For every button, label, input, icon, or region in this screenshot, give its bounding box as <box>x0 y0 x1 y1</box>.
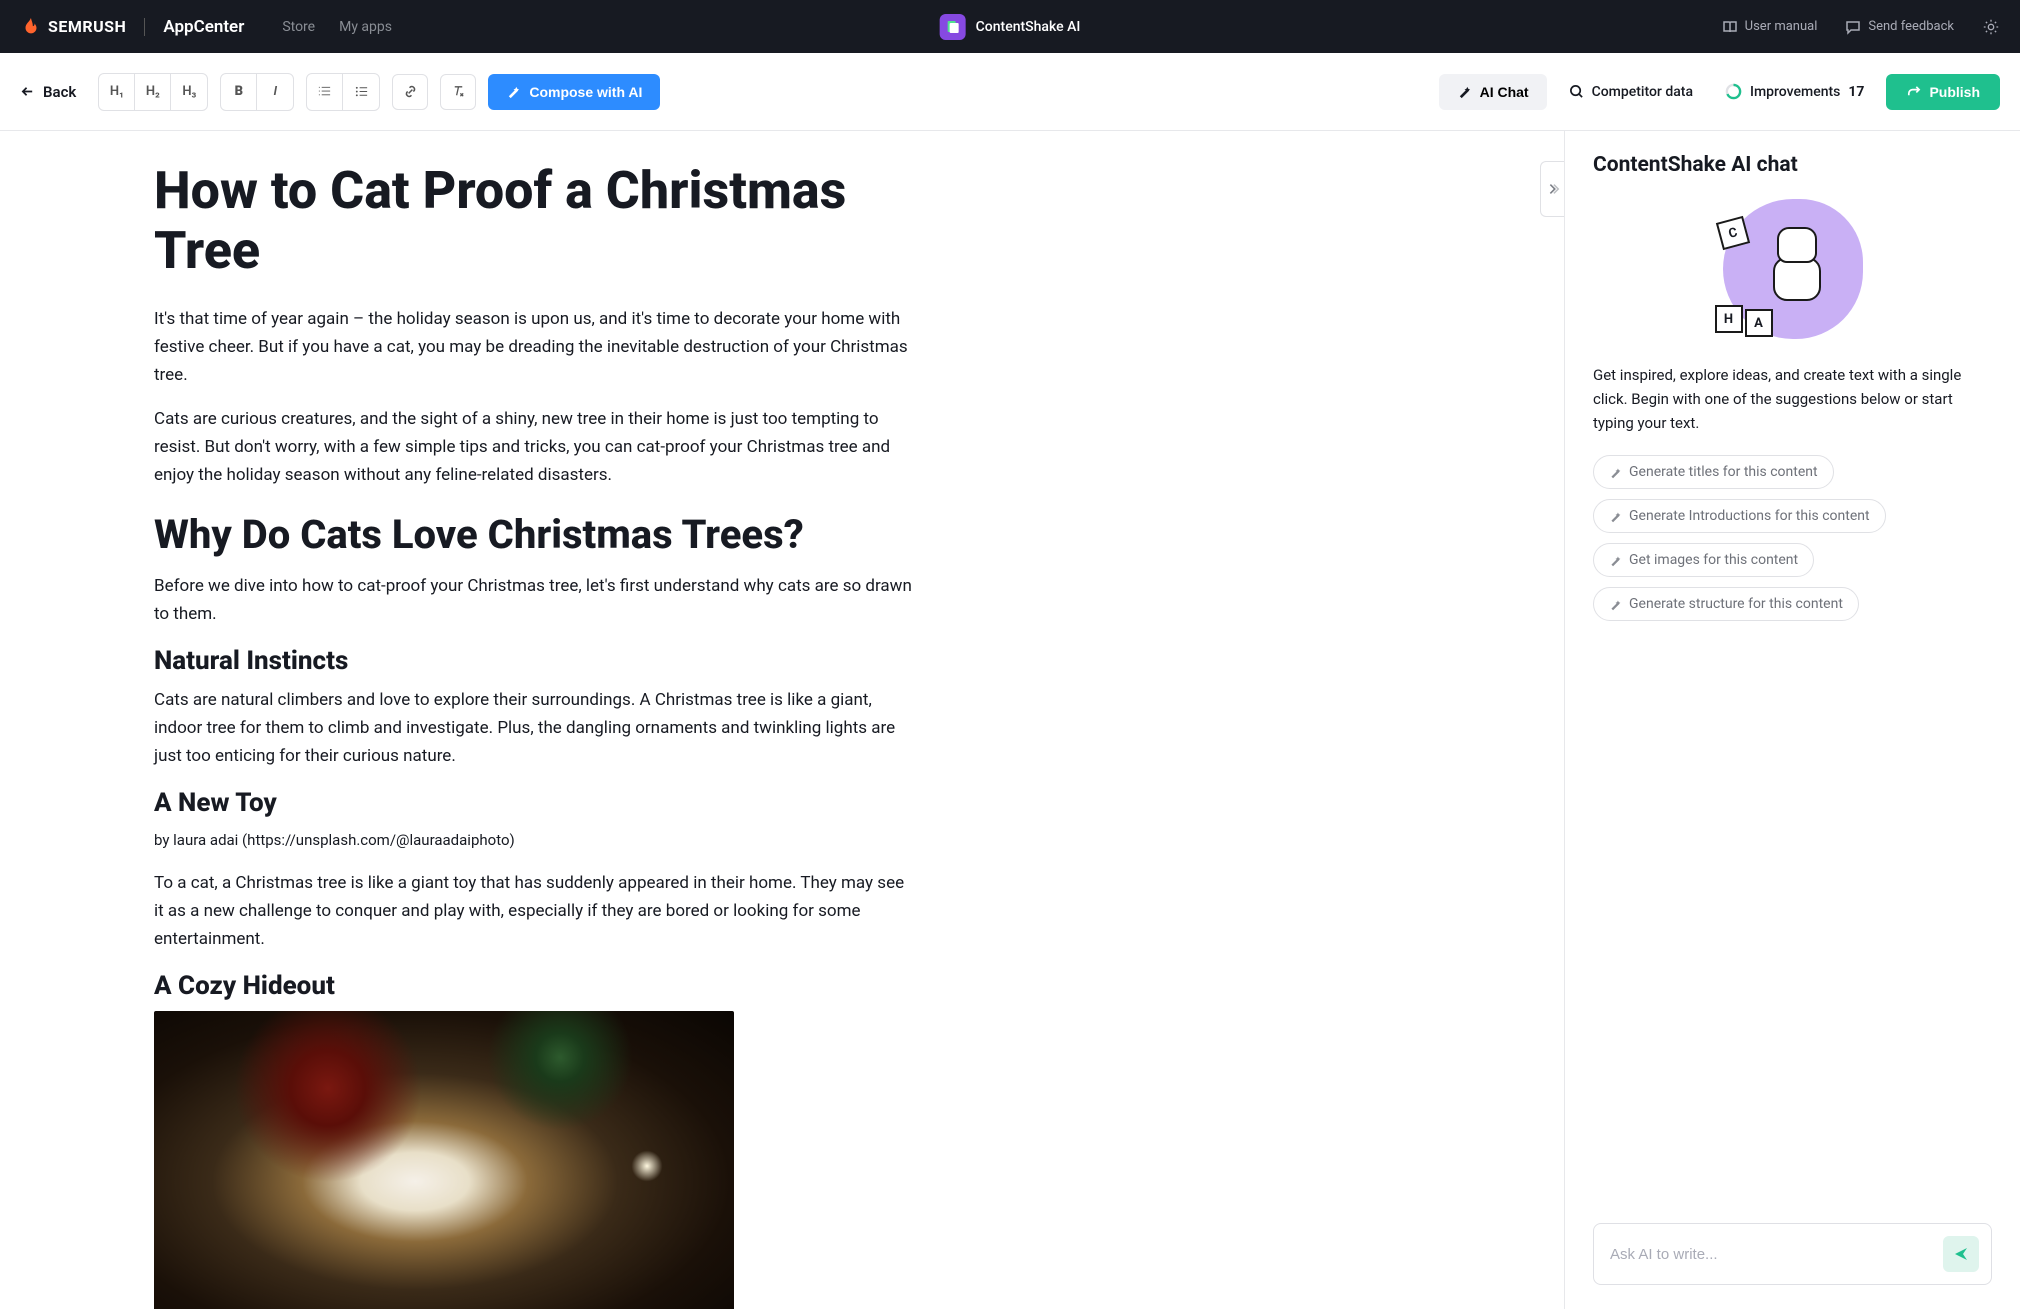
ai-chat-label: AI Chat <box>1480 84 1529 100</box>
improvements-label: Improvements <box>1750 84 1840 100</box>
back-button[interactable]: Back <box>20 83 76 101</box>
heading-3[interactable]: A New Toy <box>154 788 914 818</box>
h2-button[interactable]: H₂ <box>135 74 171 110</box>
bold-button[interactable]: B <box>221 74 257 110</box>
heading-2[interactable]: Why Do Cats Love Christmas Trees? <box>154 511 914 558</box>
heading-3[interactable]: A Cozy Hideout <box>154 971 914 1001</box>
suggestion-chip[interactable]: Generate structure for this content <box>1593 587 1859 621</box>
link-button[interactable] <box>392 74 428 110</box>
improvements-button[interactable]: Improvements 17 <box>1715 83 1874 100</box>
collapse-sidebar-button[interactable] <box>1540 161 1564 217</box>
magic-wand-icon <box>1457 84 1472 99</box>
back-label: Back <box>43 83 76 101</box>
h3-button[interactable]: H₃ <box>171 74 207 110</box>
format-group: B I <box>220 73 294 111</box>
share-icon <box>1906 84 1921 99</box>
comment-icon <box>1845 19 1861 35</box>
book-icon <box>1722 19 1738 35</box>
ai-chat-panel: ContentShake AI chat C H A Get inspired,… <box>1564 131 2020 1309</box>
search-icon <box>1569 84 1584 99</box>
editor-content[interactable]: How to Cat Proof a Christmas Tree It's t… <box>154 161 914 1309</box>
user-manual-link[interactable]: User manual <box>1722 19 1818 35</box>
magic-wand-icon <box>1609 554 1622 567</box>
ordered-list-button[interactable] <box>307 74 343 110</box>
chat-header: ContentShake AI chat <box>1565 131 2020 189</box>
suggestion-chip[interactable]: Generate Introductions for this content <box>1593 499 1886 533</box>
paragraph[interactable]: Before we dive into how to cat-proof you… <box>154 572 914 628</box>
settings-icon[interactable] <box>1982 18 2000 36</box>
current-app[interactable]: ContentShake AI <box>940 14 1081 40</box>
competitor-label: Competitor data <box>1592 84 1693 100</box>
article-image[interactable] <box>154 1011 734 1309</box>
clear-format-button[interactable] <box>440 74 476 110</box>
header-right: User manual Send feedback <box>1722 18 2000 36</box>
nav-myapps[interactable]: My apps <box>339 19 392 35</box>
h1-button[interactable]: H₁ <box>99 74 135 110</box>
send-feedback-link[interactable]: Send feedback <box>1845 19 1954 35</box>
app-icon <box>940 14 966 40</box>
semrush-logo[interactable]: SEMRUSH <box>20 16 126 38</box>
user-manual-text: User manual <box>1745 19 1818 34</box>
paragraph[interactable]: Cats are natural climbers and love to ex… <box>154 686 914 770</box>
compose-label: Compose with AI <box>529 84 642 100</box>
app-header: SEMRUSH AppCenter Store My apps ContentS… <box>0 0 2020 53</box>
chat-input[interactable] <box>1610 1246 1943 1263</box>
suggestion-text: Generate Introductions for this content <box>1629 508 1870 524</box>
competitor-data-button[interactable]: Competitor data <box>1559 84 1703 100</box>
suggestion-text: Get images for this content <box>1629 552 1798 568</box>
article-title[interactable]: How to Cat Proof a Christmas Tree <box>154 161 914 281</box>
bullet-list-button[interactable] <box>343 74 379 110</box>
chat-body: C H A Get inspired, explore ideas, and c… <box>1565 189 2020 1205</box>
editor-pane[interactable]: How to Cat Proof a Christmas Tree It's t… <box>0 131 1540 1309</box>
paragraph[interactable]: Cats are curious creatures, and the sigh… <box>154 405 914 489</box>
magic-wand-icon <box>1609 510 1622 523</box>
brand-text: SEMRUSH <box>48 17 126 36</box>
magic-wand-icon <box>1609 466 1622 479</box>
publish-label: Publish <box>1929 84 1980 100</box>
nav-links: Store My apps <box>282 19 392 35</box>
heading-group: H₁ H₂ H₃ <box>98 73 208 111</box>
list-group <box>306 73 380 111</box>
magic-wand-icon <box>1609 598 1622 611</box>
improvements-count: 17 <box>1848 84 1864 100</box>
suggestion-chip[interactable]: Get images for this content <box>1593 543 1814 577</box>
image-caption[interactable]: by laura adai (https://unsplash.com/@lau… <box>154 828 914 853</box>
suggestions-list: Generate titles for this content Generate… <box>1593 455 1992 631</box>
heading-3[interactable]: Natural Instincts <box>154 646 914 676</box>
chat-input-area <box>1565 1205 2020 1309</box>
send-feedback-text: Send feedback <box>1868 19 1954 34</box>
toolbar-right: AI Chat Competitor data Improvements 17 … <box>1439 74 2000 110</box>
divider <box>144 18 145 36</box>
ai-chat-button[interactable]: AI Chat <box>1439 74 1547 110</box>
editor-toolbar: Back H₁ H₂ H₃ B I Compose with AI AI <box>0 53 2020 131</box>
chat-input-box <box>1593 1223 1992 1285</box>
logo-section: SEMRUSH AppCenter <box>20 16 244 38</box>
compose-ai-button[interactable]: Compose with AI <box>488 74 660 110</box>
app-name: ContentShake AI <box>976 19 1081 35</box>
progress-icon <box>1725 83 1742 100</box>
chat-intro: Get inspired, explore ideas, and create … <box>1593 363 1992 435</box>
publish-button[interactable]: Publish <box>1886 74 2000 110</box>
robot-illustration: C H A <box>1723 199 1863 339</box>
send-button[interactable] <box>1943 1236 1979 1272</box>
magic-wand-icon <box>506 84 521 99</box>
paragraph[interactable]: To a cat, a Christmas tree is like a gia… <box>154 869 914 953</box>
paragraph[interactable]: It's that time of year again – the holid… <box>154 305 914 389</box>
chat-title: ContentShake AI chat <box>1593 153 1992 177</box>
italic-button[interactable]: I <box>257 74 293 110</box>
suggestion-text: Generate titles for this content <box>1629 464 1818 480</box>
suggestion-chip[interactable]: Generate titles for this content <box>1593 455 1834 489</box>
appcenter-label[interactable]: AppCenter <box>163 17 244 37</box>
nav-store[interactable]: Store <box>282 19 315 35</box>
flame-icon <box>20 16 42 38</box>
suggestion-text: Generate structure for this content <box>1629 596 1843 612</box>
main-split: How to Cat Proof a Christmas Tree It's t… <box>0 131 2020 1309</box>
